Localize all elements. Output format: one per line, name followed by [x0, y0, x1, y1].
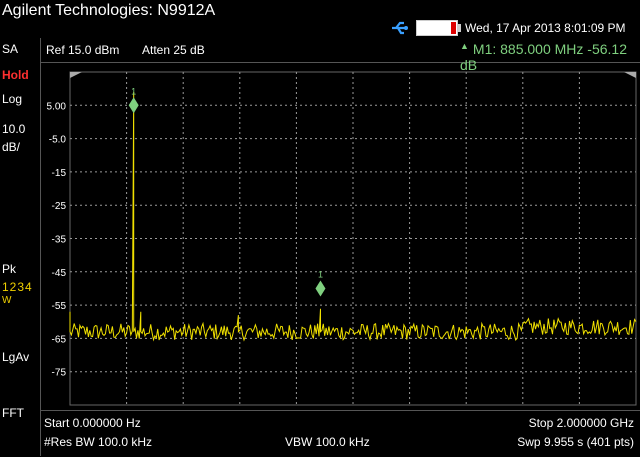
corner-left-icon [70, 72, 82, 78]
scale-value: 10.0 [2, 122, 26, 136]
y-tick-label: -65 [52, 334, 67, 345]
attenuation[interactable]: Atten 25 dB [142, 43, 205, 57]
spectrum-chart: 5.00 -5.0 -15 -25 -35 -45 -55 -65 -75 1 1 [47, 71, 637, 406]
marker-label: 1 [131, 86, 136, 96]
app-title: Agilent Technologies: N9912A [2, 2, 216, 19]
y-tick-label: -55 [52, 301, 67, 312]
datetime: Wed, 17 Apr 2013 8:01:09 PM [465, 21, 626, 35]
y-tick-label: 5.00 [47, 101, 67, 112]
marker-triangle-icon: ▲ [460, 41, 469, 51]
left-panel: SA Hold Log 10.0 dB/ Pk 1234 W LgAv FFT [0, 38, 41, 456]
trace-mode: W [2, 295, 12, 306]
start-freq[interactable]: Start 0.000000 Hz [44, 416, 141, 430]
y-tick-label: -75 [52, 368, 67, 379]
scale-type: Log [2, 92, 23, 106]
y-tick-label: -35 [52, 235, 67, 246]
marker-label: 1 [318, 269, 323, 279]
bottom-bar: Start 0.000000 Hz Stop 2.000000 GHz #Res… [40, 410, 640, 457]
battery-icon [416, 20, 461, 36]
marker-diamond-icon [315, 280, 326, 297]
y-tick-label: -45 [52, 268, 67, 279]
y-tick-label: -15 [52, 168, 67, 179]
ref-level[interactable]: Ref 15.0 dBm [46, 43, 119, 57]
usb-icon [392, 21, 408, 35]
y-tick-label: -5.0 [49, 135, 67, 146]
ref-bar: Ref 15.0 dBm Atten 25 dB ▲ M1: 885.000 MH… [40, 38, 640, 73]
corner-right-icon [624, 72, 636, 78]
mode-label[interactable]: SA [2, 42, 18, 56]
status-bar: Wed, 17 Apr 2013 8:01:09 PM [0, 18, 640, 38]
fft-label: FFT [2, 406, 24, 420]
sweep-time[interactable]: Swp 9.955 s (401 pts) [517, 435, 634, 449]
rbw[interactable]: #Res BW 100.0 kHz [44, 435, 152, 449]
detector-label: Pk [2, 262, 17, 276]
y-tick-label: -25 [52, 201, 67, 212]
hold-indicator: Hold [2, 68, 29, 82]
stop-freq[interactable]: Stop 2.000000 GHz [529, 416, 634, 430]
marker-diamond-icon [128, 97, 139, 114]
lgav-label: LgAv [2, 350, 30, 364]
trace-numbers: 1234 [2, 280, 33, 294]
scale-unit: dB/ [2, 140, 21, 154]
spectrum-plot[interactable]: 5.00 -5.0 -15 -25 -35 -45 -55 -65 -75 1 1 [40, 62, 640, 410]
vbw[interactable]: VBW 100.0 kHz [285, 435, 370, 449]
